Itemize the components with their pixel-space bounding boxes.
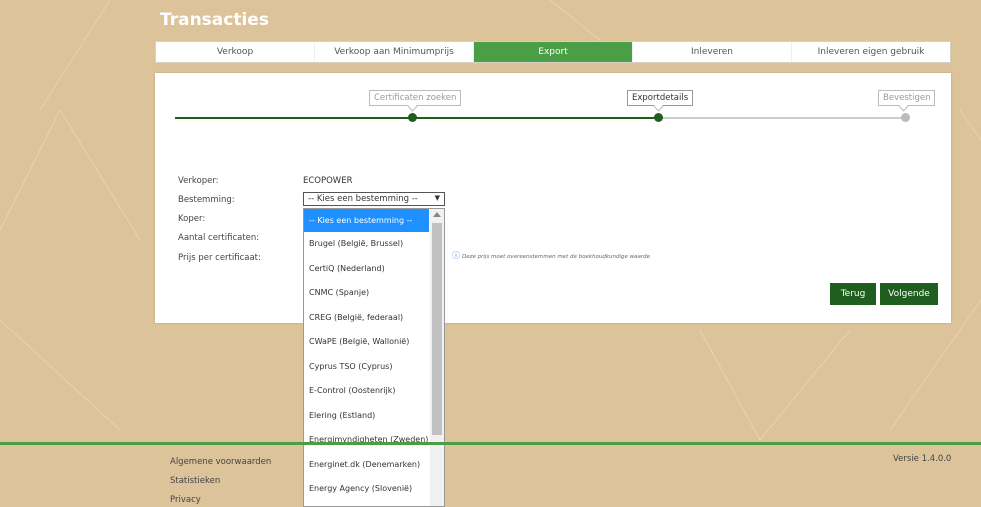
destination-dropdown-list: -- Kies een bestemming -- Brugel (België… [303, 208, 445, 507]
back-button[interactable]: Terug [830, 283, 876, 305]
dropdown-option[interactable]: Energimyndigheten (Zweden) [304, 428, 429, 453]
progress-track-completed [175, 117, 659, 119]
dropdown-option[interactable]: E-Control (Oostenrijk) [304, 379, 429, 404]
dropdown-option[interactable]: CertiQ (Nederland) [304, 257, 429, 282]
price-info-note: ⓘ Deze prijs moet overeenstemmen met de b… [452, 250, 650, 261]
dropdown-scrollbar[interactable] [430, 209, 444, 506]
step-dot-certificaten-zoeken [408, 113, 417, 122]
certificate-count-label: Aantal certificaten: [178, 233, 260, 243]
dropdown-option[interactable]: Elering (Estland) [304, 404, 429, 429]
tab-export[interactable]: Export [474, 42, 633, 62]
footer-link-statistieken[interactable]: Statistieken [170, 476, 220, 486]
price-note-text: Deze prijs moet overeenstemmen met de bo… [462, 254, 651, 260]
info-icon: ⓘ [452, 251, 460, 260]
scroll-up-arrow-icon[interactable] [433, 212, 441, 217]
seller-label: Verkoper: [178, 176, 219, 186]
version-label: Versie 1.4.0.0 [893, 454, 952, 464]
footer-link-algemene-voorwaarden[interactable]: Algemene voorwaarden [170, 457, 271, 467]
price-per-certificate-label: Prijs per certificaat: [178, 253, 261, 263]
dropdown-option[interactable]: Energy Agency (Slovenië) [304, 477, 429, 502]
step-dot-bevestigen [901, 113, 910, 122]
buyer-label: Koper: [178, 214, 206, 224]
destination-select[interactable]: -- Kies een bestemming -- ▼ [303, 192, 445, 206]
seller-value: ECOPOWER [303, 176, 353, 186]
dropdown-option[interactable]: CNMC (Spanje) [304, 281, 429, 306]
progress-track-remaining [659, 117, 905, 119]
dropdown-option[interactable]: Cyprus TSO (Cyprus) [304, 355, 429, 380]
footer-divider [0, 442, 981, 445]
transaction-tabs: Verkoop Verkoop aan Minimumprijs Export … [155, 41, 951, 63]
chevron-down-icon: ▼ [434, 194, 440, 202]
destination-select-value: -- Kies een bestemming -- [308, 194, 418, 204]
dropdown-option[interactable]: CWaPE (België, Wallonië) [304, 330, 429, 355]
tab-verkoop[interactable]: Verkoop [156, 42, 315, 62]
page-title: Transacties [160, 10, 269, 30]
dropdown-option[interactable]: -- Kies een bestemming -- [304, 209, 429, 232]
export-form-card: Certificaten zoeken Exportdetails Bevest… [155, 73, 951, 323]
step-label-bevestigen: Bevestigen [878, 90, 936, 106]
dropdown-option[interactable]: Brugel (België, Brussel) [304, 232, 429, 257]
footer-link-privacy[interactable]: Privacy [170, 495, 201, 505]
step-dot-exportdetails [654, 113, 663, 122]
scroll-thumb[interactable] [432, 223, 442, 435]
tab-verkoop-minimumprijs[interactable]: Verkoop aan Minimumprijs [315, 42, 474, 62]
dropdown-option[interactable]: CREG (België, federaal) [304, 306, 429, 331]
next-button[interactable]: Volgende [880, 283, 938, 305]
dropdown-option[interactable]: Energinet.dk (Denemarken) [304, 453, 429, 478]
tab-inleveren-eigen-gebruik[interactable]: Inleveren eigen gebruik [792, 42, 950, 62]
tab-inleveren[interactable]: Inleveren [633, 42, 792, 62]
destination-label: Bestemming: [178, 195, 235, 205]
